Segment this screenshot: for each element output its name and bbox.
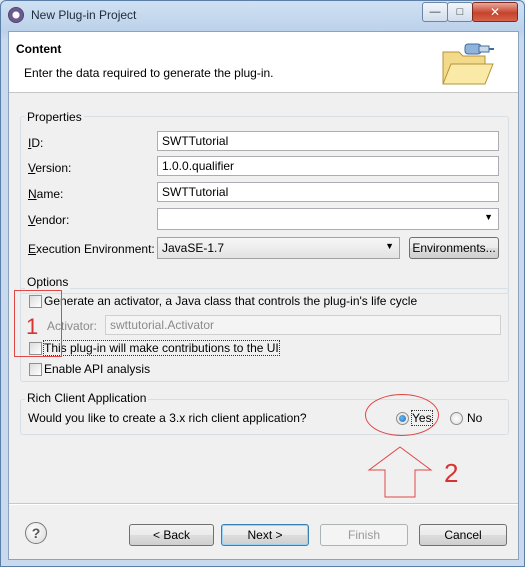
annotation-number-2: 2 xyxy=(444,458,459,488)
new-plugin-project-window: New Plug-in Project — □ ✕ Content Enter … xyxy=(0,0,525,567)
plugin-folder-icon xyxy=(442,43,494,85)
name-label: Name: xyxy=(28,187,64,201)
annotation-number-1: 1 xyxy=(26,314,39,339)
finish-button[interactable]: Finish xyxy=(320,524,408,546)
rcp-no-label[interactable]: No xyxy=(467,411,482,425)
version-field[interactable] xyxy=(157,156,499,176)
env-label: Execution Environment: xyxy=(28,242,155,256)
wizard-banner: Content Enter the data required to gener… xyxy=(9,32,518,93)
chevron-down-icon: ▼ xyxy=(484,212,493,222)
title-bar: New Plug-in Project — □ ✕ xyxy=(1,1,524,31)
chevron-down-icon: ▼ xyxy=(385,241,394,251)
window-title: New Plug-in Project xyxy=(31,8,137,22)
properties-group-label: Properties xyxy=(25,110,84,124)
api-analysis-label[interactable]: Enable API analysis xyxy=(44,362,150,376)
help-icon[interactable]: ? xyxy=(25,522,47,544)
activator-field[interactable] xyxy=(105,315,501,335)
banner-title: Content xyxy=(16,42,62,56)
maximize-button[interactable]: □ xyxy=(447,2,473,22)
annotation-ellipse-yes xyxy=(365,394,439,436)
rcp-group-label: Rich Client Application xyxy=(25,391,149,405)
execution-environment-combo[interactable]: JavaSE-1.7 ▼ xyxy=(157,237,400,259)
version-label: Version: xyxy=(28,161,72,175)
options-group-label: Options xyxy=(25,275,71,289)
next-button[interactable]: Next > xyxy=(221,524,309,546)
back-button[interactable]: < Back xyxy=(129,524,214,546)
env-value: JavaSE-1.7 xyxy=(162,241,225,255)
minimize-button[interactable]: — xyxy=(422,2,448,22)
environments-button[interactable]: Environments... xyxy=(409,237,499,259)
api-analysis-checkbox[interactable] xyxy=(29,363,42,376)
eclipse-icon xyxy=(8,7,24,23)
id-label: ID: xyxy=(28,136,44,150)
name-field[interactable] xyxy=(157,182,499,202)
ui-contributions-label[interactable]: This plug-in will make contributions to … xyxy=(43,340,280,356)
footer-separator xyxy=(9,503,518,505)
cancel-button[interactable]: Cancel xyxy=(419,524,507,546)
dialog-client-area: Content Enter the data required to gener… xyxy=(8,31,519,560)
id-field[interactable] xyxy=(157,131,499,151)
close-button[interactable]: ✕ xyxy=(472,2,518,22)
annotation-arrow-up-icon xyxy=(367,446,433,498)
generate-activator-label[interactable]: Generate an activator, a Java class that… xyxy=(44,294,417,308)
rcp-question: Would you like to create a 3.x rich clie… xyxy=(28,411,307,425)
banner-description: Enter the data required to generate the … xyxy=(24,66,274,80)
rcp-no-radio[interactable] xyxy=(450,412,463,425)
vendor-combo[interactable]: ▼ xyxy=(157,208,499,230)
vendor-label: Vendor: xyxy=(28,213,70,227)
